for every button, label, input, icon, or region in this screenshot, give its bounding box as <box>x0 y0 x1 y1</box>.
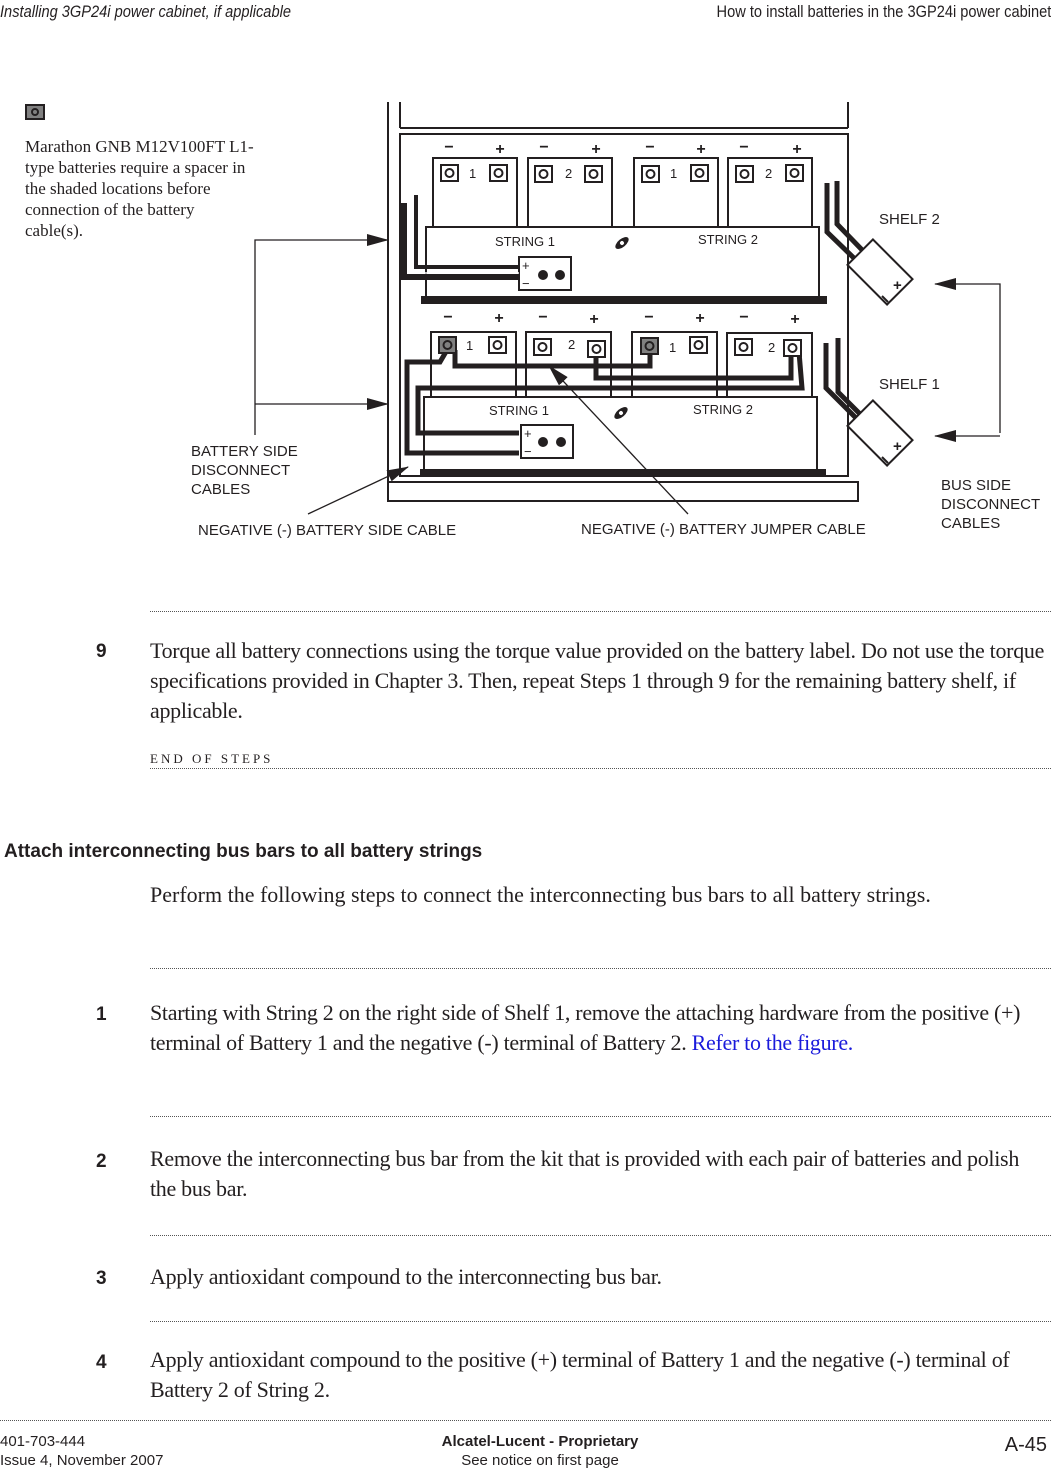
step-separator <box>150 768 1051 769</box>
battery-cabinet-diagram: − + − + − + − + 1 2 1 2 STRING 1 STRING … <box>191 102 1040 539</box>
step-number: 1 <box>96 1004 107 1025</box>
string-2-label: STRING 2 <box>693 402 753 417</box>
svg-text:CABLES: CABLES <box>191 481 250 498</box>
svg-text:+: + <box>589 311 598 328</box>
terminal-plus-label: + <box>495 141 504 158</box>
footer-doc-info: 401-703-444 Issue 4, November 2007 <box>0 1432 163 1470</box>
svg-text:−: − <box>443 309 452 326</box>
svg-text:BUS SIDE: BUS SIDE <box>941 477 1011 494</box>
step-number: 9 <box>96 641 107 662</box>
svg-text:−: − <box>739 139 748 156</box>
svg-text:+: + <box>696 141 705 158</box>
section-heading: Attach interconnecting bus bars to all b… <box>4 841 483 862</box>
doc-number: 401-703-444 <box>0 1433 86 1450</box>
step-text: Remove the interconnecting bus bar from … <box>150 1146 1020 1201</box>
proprietary-label: Alcatel-Lucent - Proprietary <box>441 1433 639 1450</box>
svg-text:+: + <box>522 258 530 273</box>
bus-side-disconnect-label: BUS SIDE DISCONNECT CABLES <box>941 477 1040 532</box>
svg-text:−: − <box>645 139 654 156</box>
negative-battery-jumper-cable-label: NEGATIVE (-) BATTERY JUMPER CABLE <box>581 521 866 538</box>
svg-text:+: + <box>494 310 503 327</box>
svg-text:+: + <box>524 426 532 441</box>
svg-text:+: + <box>893 277 902 294</box>
svg-text:+: + <box>893 438 902 455</box>
svg-text:−: − <box>524 444 532 459</box>
string-2-label: STRING 2 <box>698 232 758 247</box>
svg-text:CABLES: CABLES <box>941 515 1000 532</box>
svg-text:+: + <box>790 311 799 328</box>
battery-number: 2 <box>565 166 572 181</box>
step-separator <box>150 1321 1051 1322</box>
svg-text:−: − <box>538 309 547 326</box>
section-intro: Perform the following steps to connect t… <box>150 882 931 907</box>
step-number: 3 <box>96 1268 107 1289</box>
svg-text:+: + <box>695 310 704 327</box>
step-number: 2 <box>96 1151 107 1172</box>
step-separator <box>150 611 1051 612</box>
svg-text:−: − <box>539 139 548 156</box>
footer-proprietary: Alcatel-Lucent - Proprietary See notice … <box>420 1432 660 1470</box>
battery-number: 1 <box>670 166 677 181</box>
bus-side-connector-shelf2 <box>846 238 914 306</box>
svg-text:BATTERY SIDE: BATTERY SIDE <box>191 443 298 460</box>
battery-number: 1 <box>466 338 473 353</box>
svg-text:−: − <box>644 309 653 326</box>
battery-side-disconnect-label: BATTERY SIDE DISCONNECT CABLES <box>191 443 298 498</box>
step-text: Apply antioxidant compound to the positi… <box>150 1347 1010 1402</box>
battery-number: 2 <box>765 166 772 181</box>
step-separator <box>150 1116 1051 1117</box>
string-1-label: STRING 1 <box>495 234 555 249</box>
terminal-minus-label: − <box>444 139 453 156</box>
issue-date: Issue 4, November 2007 <box>0 1452 164 1469</box>
battery-number: 1 <box>669 340 676 355</box>
battery-number: 1 <box>469 166 476 181</box>
svg-text:+: + <box>792 141 801 158</box>
step-1-body: Starting with String 2 on the right side… <box>150 1000 1021 1055</box>
battery-number: 2 <box>568 337 575 352</box>
svg-text:DISCONNECT: DISCONNECT <box>191 462 290 479</box>
page-number: A-45 <box>1004 1434 1047 1456</box>
step-number: 4 <box>96 1352 107 1373</box>
step-text: Starting with String 2 on the right side… <box>150 998 1050 1058</box>
svg-text:−: − <box>739 309 748 326</box>
shelf-2-label: SHELF 2 <box>879 211 940 228</box>
end-of-steps: END OF STEPS <box>150 751 274 766</box>
svg-text:DISCONNECT: DISCONNECT <box>941 496 1040 513</box>
notice-text: See notice on first page <box>461 1452 619 1469</box>
refer-to-figure-link[interactable]: Refer to the figure. <box>692 1030 854 1055</box>
step-text: Apply antioxidant compound to the interc… <box>150 1264 662 1289</box>
footer-separator <box>0 1420 1051 1421</box>
svg-text:−: − <box>522 276 530 291</box>
step-text: Torque all battery connections using the… <box>150 638 1045 723</box>
battery-number: 2 <box>768 340 775 355</box>
negative-battery-side-cable-label: NEGATIVE (-) BATTERY SIDE CABLE <box>198 522 456 539</box>
svg-text:+: + <box>591 141 600 158</box>
step-separator <box>150 968 1051 969</box>
shelf-1-label: SHELF 1 <box>879 376 940 393</box>
shelf-1: − + − + − + − + 1 2 1 2 STRING 1 STRING … <box>404 300 914 477</box>
shelf-2: − + − + − + − + 1 2 1 2 STRING 1 STRING … <box>401 139 914 306</box>
string-1-label: STRING 1 <box>489 403 549 418</box>
step-separator <box>150 1235 1051 1236</box>
